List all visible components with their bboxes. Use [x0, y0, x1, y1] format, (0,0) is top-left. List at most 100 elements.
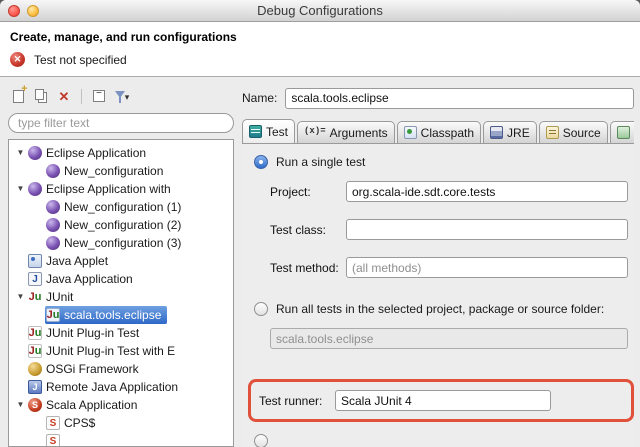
tree-item-eclipse-application[interactable]: Eclipse Application [9, 144, 233, 162]
tree-item-java-application[interactable]: Java Application [9, 270, 233, 288]
arguments-tab-icon: (x)= [304, 126, 326, 139]
test-method-input[interactable] [346, 257, 628, 278]
collapse-all-button[interactable] [89, 86, 109, 106]
filter-menu-button[interactable] [112, 86, 132, 106]
tab-label: Arguments [330, 126, 388, 140]
tab-source[interactable]: Source [539, 121, 608, 143]
tree-item-junit-plugin-test[interactable]: JUnit Plug-in Test [9, 324, 233, 342]
window-title: Debug Configurations [0, 3, 640, 18]
junit-icon [28, 290, 42, 304]
chevron-down-icon [125, 89, 130, 103]
expander-icon[interactable] [14, 144, 27, 162]
tree-item-remote-java-application[interactable]: Remote Java Application [9, 378, 233, 396]
close-button[interactable] [8, 5, 20, 17]
configurations-panel: Eclipse Application New_configuration Ec… [8, 85, 234, 447]
tree-item-label: CPS$ [64, 416, 95, 430]
scala-config-icon [46, 416, 60, 430]
run-single-test-radio[interactable] [254, 155, 268, 169]
configurations-tree: Eclipse Application New_configuration Ec… [8, 139, 234, 447]
tree-item-new-configuration-1[interactable]: New_configuration (1) [9, 198, 233, 216]
tree-item-label: JUnit Plug-in Test [46, 326, 139, 340]
tree-item-java-applet[interactable]: Java Applet [9, 252, 233, 270]
tree-item-label: Java Application [46, 272, 133, 286]
run-single-test-option[interactable]: Run a single test [254, 155, 628, 169]
tree-item-junit-plugin-test-with-e[interactable]: JUnit Plug-in Test with E [9, 342, 233, 360]
eclipse-application-icon [46, 200, 60, 214]
java-application-icon [28, 272, 42, 286]
tree-item-label: Eclipse Application with [46, 182, 171, 196]
run-all-tests-option[interactable]: Run all tests in the selected project, p… [254, 302, 628, 316]
tree-item-label: Java Applet [46, 254, 108, 268]
test-class-label: Test class: [270, 223, 346, 237]
eclipse-application-icon [28, 146, 42, 160]
run-single-test-label: Run a single test [276, 155, 365, 169]
clipped-radio-button[interactable] [254, 434, 268, 447]
run-all-tests-radio[interactable] [254, 302, 268, 316]
tree-item-label: New_configuration (3) [64, 236, 181, 250]
tree-item-new-configuration[interactable]: New_configuration [9, 162, 233, 180]
test-class-input[interactable] [346, 219, 628, 240]
tab-label: Classpath [421, 126, 474, 140]
java-applet-icon [28, 254, 42, 268]
classpath-tab-icon [404, 126, 417, 139]
test-tab-panel: Run a single test Project: Test class: T… [242, 144, 634, 447]
tab-label: JRE [507, 126, 530, 140]
junit-config-icon [46, 308, 60, 322]
collapse-all-icon [93, 90, 105, 102]
delete-configuration-button[interactable] [54, 86, 74, 106]
run-all-tests-label: Run all tests in the selected project, p… [276, 302, 604, 316]
expander-icon[interactable] [14, 288, 27, 306]
tab-classpath[interactable]: Classpath [397, 121, 481, 143]
minimize-button[interactable] [27, 5, 39, 17]
tree-item-label: scala.tools.eclipse [64, 308, 161, 322]
tree-item-new-configuration-2[interactable]: New_configuration (2) [9, 216, 233, 234]
dialog-body: Eclipse Application New_configuration Ec… [0, 77, 640, 447]
test-runner-row: Test runner: [259, 390, 623, 411]
tab-label: Test [266, 125, 288, 139]
annotation-highlight: Test runner: [248, 379, 634, 422]
expander-icon[interactable] [14, 396, 27, 414]
tree-item-label: Remote Java Application [46, 380, 178, 394]
window-titlebar[interactable]: Debug Configurations [0, 0, 640, 22]
tab-test[interactable]: Test [242, 119, 295, 143]
project-input[interactable] [346, 181, 628, 202]
tree-item-new-configuration-3[interactable]: New_configuration (3) [9, 234, 233, 252]
debug-configurations-dialog: Debug Configurations Create, manage, and… [0, 0, 640, 447]
error-row: Test not specified [10, 52, 630, 67]
jre-tab-icon [490, 126, 503, 139]
tree-item-junit[interactable]: JUnit [9, 288, 233, 306]
project-row: Project: [270, 181, 628, 202]
tab-arguments[interactable]: (x)= Arguments [297, 121, 395, 143]
dialog-heading: Create, manage, and run configurations [10, 30, 630, 44]
osgi-framework-icon [28, 362, 42, 376]
tree-item-label: New_configuration (2) [64, 218, 181, 232]
tree-item-label: JUnit [46, 290, 73, 304]
tree-item-scala-application[interactable]: Scala Application [9, 396, 233, 414]
tree-item-scala-tools-eclipse[interactable]: scala.tools.eclipse [9, 306, 233, 324]
name-row: Name: [242, 87, 634, 109]
configuration-detail-panel: Name: Test (x)= Arguments Classpath [242, 85, 634, 447]
tree-item-label: OSGi Framework [46, 362, 139, 376]
eclipse-application-icon [28, 182, 42, 196]
tab-environment[interactable]: Envi [610, 121, 634, 143]
project-label: Project: [270, 185, 346, 199]
tab-jre[interactable]: JRE [483, 121, 537, 143]
tree-item-eclipse-application-with[interactable]: Eclipse Application with [9, 180, 233, 198]
test-runner-label: Test runner: [259, 394, 335, 408]
filter-input[interactable] [8, 113, 234, 133]
test-runner-select[interactable] [335, 390, 551, 411]
expander-icon[interactable] [14, 180, 27, 198]
new-configuration-button[interactable] [8, 86, 28, 106]
tree-item-osgi-framework[interactable]: OSGi Framework [9, 360, 233, 378]
tree-item-cps[interactable]: CPS$ [9, 414, 233, 432]
test-class-row: Test class: [270, 219, 628, 240]
name-label: Name: [242, 91, 277, 105]
test-method-label: Test method: [270, 261, 346, 275]
source-folder-input [270, 328, 628, 349]
tree-item-clipped[interactable] [9, 432, 233, 447]
configurations-toolbar [8, 85, 234, 107]
eclipse-application-icon [46, 164, 60, 178]
name-input[interactable] [285, 88, 634, 109]
new-config-icon [13, 90, 24, 103]
duplicate-configuration-button[interactable] [31, 86, 51, 106]
